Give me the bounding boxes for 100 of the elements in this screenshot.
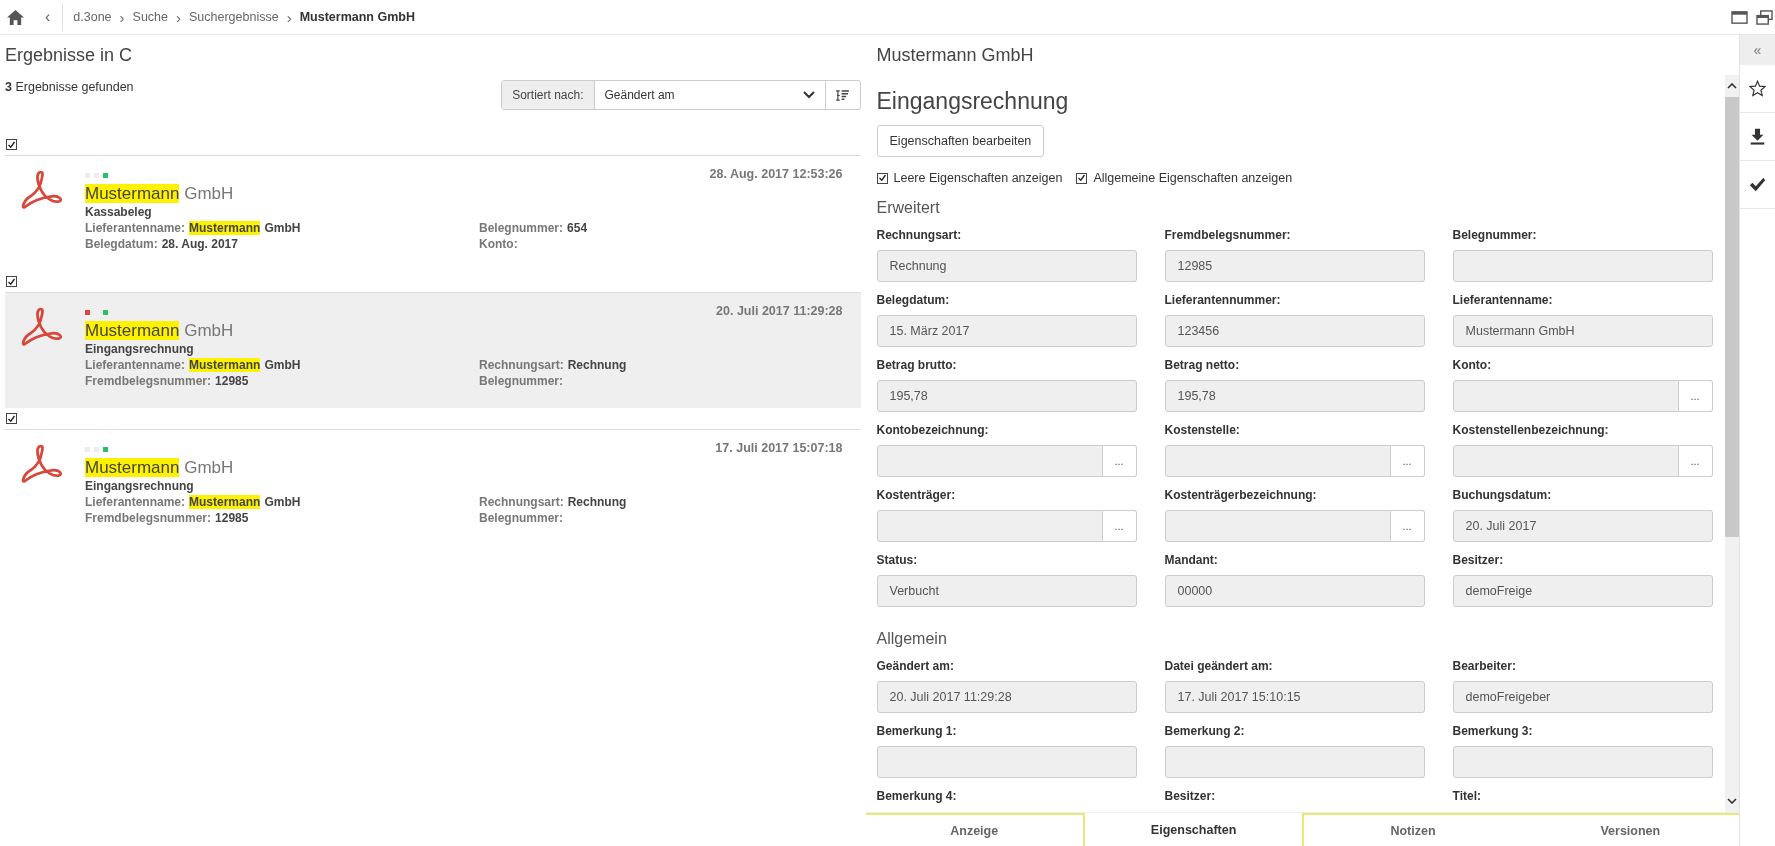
sort-dropdown[interactable]: Geändert am — [594, 81, 826, 109]
field-label: Buchungsdatum: — [1452, 488, 1552, 502]
browse-button[interactable]: ... — [1678, 380, 1713, 412]
input-field[interactable] — [1452, 746, 1713, 778]
pdf-icon — [20, 443, 62, 485]
download-icon[interactable] — [1749, 128, 1766, 145]
input-field[interactable] — [876, 510, 1103, 542]
checkbox-label[interactable]: Leere Eigenschaften anzeigen — [893, 171, 1063, 185]
result-date: 28. Aug. 2017 12:53:26 — [709, 167, 843, 181]
restore-icon[interactable] — [1756, 9, 1773, 25]
checkbox-label[interactable]: Allgemeine Eigenschaften anzeigen — [1093, 171, 1293, 185]
field-label: Bemerkung 1: — [876, 724, 957, 738]
maximize-icon[interactable] — [1731, 9, 1748, 25]
field-label: Bemerkung 3: — [1452, 724, 1533, 738]
breadcrumb-link[interactable]: d.3one — [73, 10, 112, 24]
input-field[interactable]: 195,78 — [876, 380, 1137, 412]
input-field[interactable]: demoFreigeber — [1452, 681, 1713, 713]
input-field[interactable] — [1452, 250, 1713, 282]
scroll-down-icon[interactable] — [1727, 798, 1737, 804]
field-label: Betrag netto: — [1164, 358, 1240, 372]
document-type: Kassabeleg — [85, 205, 153, 219]
input-field[interactable] — [1164, 746, 1425, 778]
browse-button[interactable]: ... — [1390, 445, 1425, 477]
result-title[interactable]: Mustermann GmbH — [85, 321, 847, 341]
result-field: Lieferantenname: Mustermann GmbH — [85, 495, 301, 509]
details-title: Mustermann GmbH — [876, 45, 1035, 67]
browse-button[interactable]: ... — [1102, 445, 1137, 477]
result-item[interactable]: 17. Juli 2017 15:07:18 Mustermann GmbH Eingangsrechnung Lieferantenname: Mustermann GmbH Rechnungsart: Rechnung Fremdbelegsnummer: 12985 Belegnummer: — [5, 430, 861, 545]
breadcrumb-link[interactable]: Mustermann GmbH — [299, 10, 415, 24]
star-icon[interactable] — [1749, 80, 1766, 97]
input-field[interactable]: Verbucht — [876, 575, 1137, 607]
field-label: Geändert am: — [876, 659, 954, 673]
document-heading: Eingangsrechnung — [876, 88, 1070, 115]
input-field[interactable]: 17. Juli 2017 15:10:15 — [1164, 681, 1425, 713]
browse-button[interactable]: ... — [1102, 510, 1137, 542]
tab[interactable]: Anzeige — [865, 813, 1083, 846]
checkbox[interactable] — [6, 276, 17, 287]
home-icon[interactable] — [6, 8, 25, 26]
result-field: Lieferantenname: Mustermann GmbH — [85, 358, 301, 372]
input-field[interactable]: Mustermann GmbH — [1452, 315, 1713, 347]
section-heading: Erweitert — [876, 199, 941, 217]
field-label: Titel: — [1452, 789, 1481, 803]
input-field[interactable]: 195,78 — [1164, 380, 1425, 412]
field-label: Kostenstelle: — [1164, 423, 1240, 437]
scrollbar[interactable] — [1725, 75, 1739, 812]
result-field: Fremdbelegsnummer: 12985 — [85, 374, 249, 388]
input-field[interactable]: 20. Juli 2017 — [1452, 510, 1713, 542]
scroll-up-icon[interactable] — [1727, 83, 1737, 89]
browse-button[interactable]: ... — [1678, 445, 1713, 477]
breadcrumb-separator: › — [286, 8, 292, 26]
browse-button[interactable]: ... — [1390, 510, 1425, 542]
field-label: Besitzer: — [1452, 553, 1504, 567]
input-field[interactable] — [1452, 380, 1679, 412]
field-label: Lieferantennummer: — [1164, 293, 1281, 307]
field-label: Datei geändert am: — [1164, 659, 1273, 673]
field-label: Kostenträger: — [876, 488, 956, 502]
checkbox[interactable] — [6, 413, 17, 424]
field-label: Belegdatum: — [876, 293, 950, 307]
document-type: Eingangsrechnung — [85, 479, 195, 493]
input-field[interactable]: 00000 — [1164, 575, 1425, 607]
field-label: Kostenträgerbezeichnung: — [1164, 488, 1317, 502]
input-field[interactable]: 20. Juli 2017 11:29:28 — [876, 681, 1137, 713]
input-field[interactable]: 15. März 2017 — [876, 315, 1137, 347]
section-heading: Allgemein — [876, 630, 948, 648]
result-item[interactable]: 28. Aug. 2017 12:53:26 Mustermann GmbH Kassabeleg Lieferantenname: Mustermann GmbH Belegnummer: 654 Belegdatum: 28. Aug. 2017 Konto: — [5, 156, 861, 271]
input-field[interactable] — [1452, 445, 1679, 477]
input-field[interactable]: 123456 — [1164, 315, 1425, 347]
field-label: Bemerkung 4: — [876, 789, 957, 803]
collapse-button[interactable]: « — [1740, 35, 1775, 65]
input-field[interactable]: 12985 — [1164, 250, 1425, 282]
breadcrumb-link[interactable]: Suche — [132, 10, 168, 24]
result-title[interactable]: Mustermann GmbH — [85, 458, 847, 478]
back-button[interactable]: ‹ — [45, 3, 64, 31]
result-field: Rechnungsart: Rechnung — [479, 495, 627, 509]
result-title[interactable]: Mustermann GmbH — [85, 184, 847, 204]
input-field[interactable]: demoFreige — [1452, 575, 1713, 607]
checkmark-icon[interactable] — [1749, 176, 1766, 193]
field-label: Bemerkung 2: — [1164, 724, 1245, 738]
pdf-icon — [20, 306, 62, 348]
sort-label: Sortiert nach: — [502, 81, 595, 109]
checkbox[interactable] — [1076, 172, 1088, 184]
checkbox[interactable] — [876, 172, 888, 184]
input-field[interactable] — [1164, 510, 1391, 542]
field-label: Besitzer: — [1164, 789, 1216, 803]
input-field[interactable] — [1164, 445, 1391, 477]
input-field[interactable]: Rechnung — [876, 250, 1137, 282]
pdf-icon — [20, 169, 62, 211]
input-field[interactable] — [876, 746, 1137, 778]
field-label: Kontobezeichnung: — [876, 423, 989, 437]
checkbox[interactable] — [6, 139, 17, 150]
edit-properties-button[interactable]: Eigenschaften bearbeiten — [876, 125, 1045, 157]
input-field[interactable] — [876, 445, 1103, 477]
field-label: Belegnummer: — [1452, 228, 1537, 242]
tab[interactable]: Notizen — [1304, 813, 1522, 846]
result-item[interactable]: 20. Juli 2017 11:29:28 Mustermann GmbH Eingangsrechnung Lieferantenname: Mustermann GmbH Rechnungsart: Rechnung Fremdbelegsnummer: 12985 Belegnummer: — [5, 293, 861, 408]
result-field: Konto: — [479, 237, 518, 251]
result-field: Belegdatum: 28. Aug. 2017 — [85, 237, 238, 251]
breadcrumb-link[interactable]: Suchergebnisse — [189, 10, 279, 24]
field-label: Kostenstellenbezeichnung: — [1452, 423, 1609, 437]
tab[interactable]: Eigenschaften — [1082, 813, 1305, 846]
